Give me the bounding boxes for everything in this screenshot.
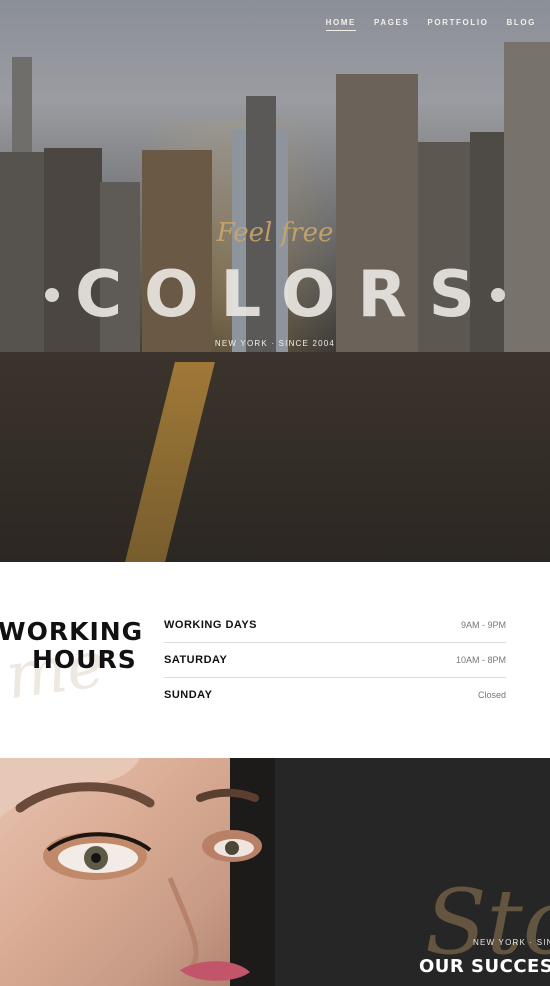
main-nav: HOME PAGES PORTFOLIO BLOG bbox=[325, 18, 536, 31]
nav-portfolio[interactable]: PORTFOLIO bbox=[427, 18, 488, 31]
hours-time: Closed bbox=[477, 690, 506, 700]
model-photo bbox=[0, 758, 275, 986]
title-line-1: WORKING bbox=[0, 617, 144, 646]
hours-row: SATURDAY 10AM - 8PM bbox=[164, 643, 506, 678]
hours-day: WORKING DAYS bbox=[164, 619, 257, 631]
city-ground bbox=[0, 352, 550, 562]
hours-table: WORKING DAYS 9AM - 9PM SATURDAY 10AM - 8… bbox=[164, 608, 506, 712]
hero-subtitle: NEW YORK · SINCE 2004 bbox=[214, 339, 336, 348]
hours-row: SUNDAY Closed bbox=[164, 678, 506, 712]
hero-script-text: Feel free bbox=[216, 218, 334, 248]
hero-title-text: COLORS bbox=[75, 258, 497, 332]
story-subtitle: NEW YORK · SIN bbox=[473, 938, 550, 947]
nav-blog[interactable]: BLOG bbox=[506, 18, 536, 31]
nav-home[interactable]: HOME bbox=[325, 18, 356, 31]
dot-icon bbox=[45, 288, 60, 302]
title-line-2: HOURS bbox=[32, 645, 137, 674]
story-title: OUR SUCCESS bbox=[419, 956, 550, 977]
working-hours-section: me WORKING HOURS WORKING DAYS 9AM - 9PM … bbox=[0, 562, 550, 758]
hours-day: SATURDAY bbox=[164, 654, 228, 666]
story-panel: Sto NEW YORK · SIN OUR SUCCESS bbox=[275, 758, 550, 986]
hours-day: SUNDAY bbox=[164, 689, 213, 701]
hero-section: HOME PAGES PORTFOLIO BLOG Feel free COLO… bbox=[0, 0, 550, 562]
hours-time: 9AM - 9PM bbox=[460, 620, 506, 630]
hours-time: 10AM - 8PM bbox=[455, 655, 506, 665]
working-hours-title: WORKING HOURS bbox=[0, 618, 143, 674]
hours-row: WORKING DAYS 9AM - 9PM bbox=[164, 608, 506, 643]
dot-icon bbox=[490, 288, 505, 302]
face-illustration bbox=[0, 758, 275, 986]
hero-title: COLORS bbox=[0, 258, 550, 332]
nav-pages[interactable]: PAGES bbox=[374, 18, 409, 31]
